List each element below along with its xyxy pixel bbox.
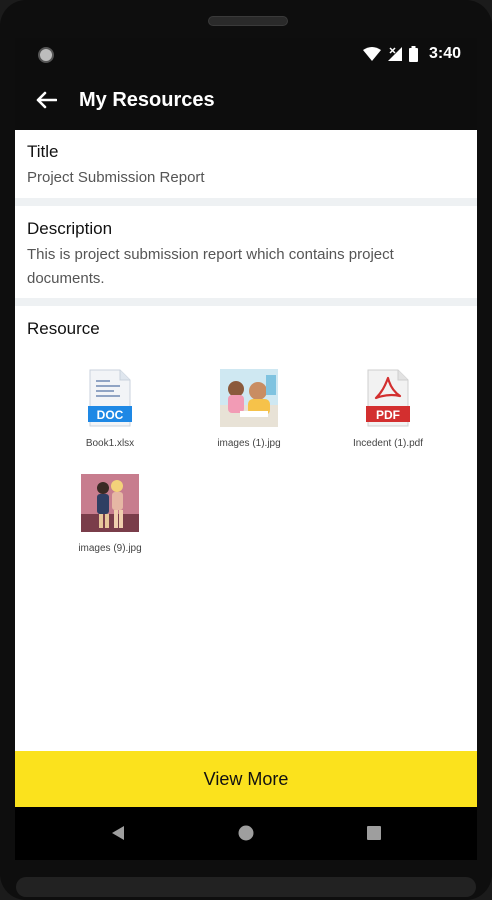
phone-bottom-edge — [16, 877, 476, 897]
doc-badge-text: DOC — [97, 408, 124, 422]
system-nav-bar — [15, 807, 477, 860]
image-thumbnail — [219, 368, 279, 428]
nav-recents-button[interactable] — [364, 823, 384, 843]
resource-item-name: Incedent (1).pdf — [352, 438, 424, 449]
signal-icon — [387, 47, 402, 61]
pdf-file-icon: PDF — [358, 368, 418, 428]
resource-item[interactable]: PDF Incedent (1).pdf — [328, 368, 448, 449]
title-label: Title — [27, 142, 59, 161]
section-divider — [15, 198, 477, 206]
circle-home-icon — [238, 825, 254, 841]
camera-icon — [38, 47, 54, 63]
image-thumbnail — [80, 473, 140, 533]
pdf-badge-text: PDF — [376, 408, 400, 422]
app-bar: My Resources — [15, 70, 477, 130]
page-title: My Resources — [79, 88, 215, 111]
arrow-left-icon — [36, 91, 57, 109]
resource-label: Resource — [27, 319, 100, 338]
nav-home-button[interactable] — [236, 823, 256, 843]
description-section: Description This is project submission r… — [15, 206, 477, 298]
screen: 3:40 My Resources Title Project Submissi… — [15, 38, 477, 860]
battery-icon — [408, 46, 418, 62]
square-recents-icon — [367, 826, 381, 840]
resource-item[interactable]: images (1).jpg — [189, 368, 309, 449]
resource-item-name: Book1.xlsx — [85, 438, 135, 449]
title-section: Title Project Submission Report — [15, 130, 477, 198]
section-divider — [15, 298, 477, 306]
description-label: Description — [27, 219, 113, 238]
resource-item[interactable]: DOC Book1.xlsx — [50, 368, 170, 449]
nav-back-button[interactable] — [108, 823, 128, 843]
view-more-button[interactable]: View More — [15, 751, 477, 807]
status-time: 3:40 — [428, 45, 461, 62]
resource-item-name: images (9).jpg — [78, 543, 142, 554]
wifi-icon — [362, 47, 381, 61]
resource-item[interactable]: images (9).jpg — [50, 473, 170, 554]
status-bar: 3:40 — [15, 38, 477, 70]
doc-file-icon: DOC — [80, 368, 140, 428]
resource-item-name: images (1).jpg — [217, 438, 281, 449]
resource-section: Resource DOC Book1.xlsx images (1).jpg P… — [15, 306, 477, 751]
description-value: This is project submission report which … — [27, 246, 394, 287]
title-value: Project Submission Report — [27, 169, 205, 186]
triangle-back-icon — [112, 826, 124, 840]
phone-frame: 3:40 My Resources Title Project Submissi… — [0, 0, 492, 900]
earpiece-speaker — [208, 16, 288, 26]
status-icons: 3:40 — [362, 43, 461, 65]
back-button[interactable] — [31, 85, 61, 115]
